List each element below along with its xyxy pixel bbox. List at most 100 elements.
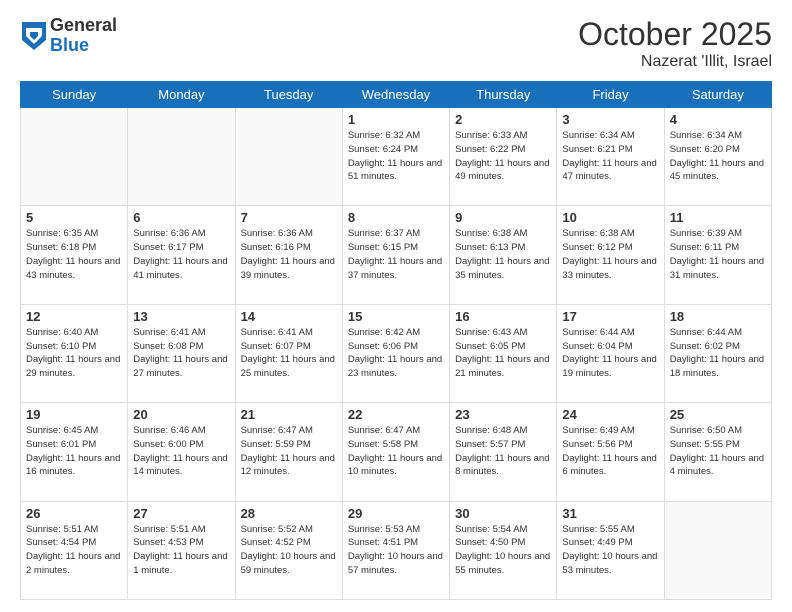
- day-info: Sunrise: 6:36 AM Sunset: 6:16 PM Dayligh…: [241, 227, 337, 282]
- header-cell-friday: Friday: [557, 82, 664, 108]
- day-info: Sunrise: 6:32 AM Sunset: 6:24 PM Dayligh…: [348, 129, 444, 184]
- header-cell-saturday: Saturday: [664, 82, 771, 108]
- day-number: 9: [455, 210, 551, 225]
- day-number: 11: [670, 210, 766, 225]
- day-number: 6: [133, 210, 229, 225]
- day-cell: 13 Sunrise: 6:41 AM Sunset: 6:08 PM Dayli…: [128, 304, 235, 402]
- day-info: Sunrise: 5:55 AM Sunset: 4:49 PM Dayligh…: [562, 523, 658, 578]
- day-info: Sunrise: 6:44 AM Sunset: 6:02 PM Dayligh…: [670, 326, 766, 381]
- header-row: SundayMondayTuesdayWednesdayThursdayFrid…: [21, 82, 772, 108]
- header-cell-wednesday: Wednesday: [342, 82, 449, 108]
- calendar-location: Nazerat 'Illit, Israel: [578, 53, 772, 71]
- day-info: Sunrise: 5:52 AM Sunset: 4:52 PM Dayligh…: [241, 523, 337, 578]
- day-cell: 23Sunrise: 6:48 AM Sunset: 5:57 PM Dayli…: [450, 403, 557, 501]
- title-block: October 2025 Nazerat 'Illit, Israel: [578, 16, 772, 71]
- logo: General Blue: [20, 16, 117, 56]
- logo-icon: [22, 22, 46, 50]
- day-cell: 12 Sunrise: 6:40 AM Sunset: 6:10 PM Dayli…: [21, 304, 128, 402]
- week-row-2: 5Sunrise: 6:35 AM Sunset: 6:18 PM Daylig…: [21, 206, 772, 304]
- day-number: 15: [348, 309, 444, 324]
- day-number: 14: [241, 309, 337, 324]
- day-number: 7: [241, 210, 337, 225]
- day-cell: 20 Sunrise: 6:46 AM Sunset: 6:00 PM Dayli…: [128, 403, 235, 501]
- day-cell: 31 Sunrise: 5:55 AM Sunset: 4:49 PM Dayli…: [557, 501, 664, 599]
- day-info: Sunrise: 6:47 AM Sunset: 5:58 PM Dayligh…: [348, 424, 444, 479]
- day-cell: 10Sunrise: 6:38 AM Sunset: 6:12 PM Dayli…: [557, 206, 664, 304]
- day-number: 1: [348, 112, 444, 127]
- day-number: 19: [26, 407, 122, 422]
- day-number: 12: [26, 309, 122, 324]
- calendar-table: SundayMondayTuesdayWednesdayThursdayFrid…: [20, 81, 772, 600]
- day-cell: 6 Sunrise: 6:36 AM Sunset: 6:17 PM Daylig…: [128, 206, 235, 304]
- day-info: Sunrise: 6:41 AM Sunset: 6:08 PM Dayligh…: [133, 326, 229, 381]
- day-cell: [235, 108, 342, 206]
- page: General Blue October 2025 Nazerat 'Illit…: [0, 0, 792, 612]
- day-number: 22: [348, 407, 444, 422]
- day-cell: 4 Sunrise: 6:34 AM Sunset: 6:20 PM Daylig…: [664, 108, 771, 206]
- day-cell: 24 Sunrise: 6:49 AM Sunset: 5:56 PM Dayli…: [557, 403, 664, 501]
- day-cell: 8 Sunrise: 6:37 AM Sunset: 6:15 PM Daylig…: [342, 206, 449, 304]
- day-info: Sunrise: 5:54 AM Sunset: 4:50 PM Dayligh…: [455, 523, 551, 578]
- logo-text: General Blue: [50, 16, 117, 56]
- day-number: 5: [26, 210, 122, 225]
- header-cell-sunday: Sunday: [21, 82, 128, 108]
- day-info: Sunrise: 6:49 AM Sunset: 5:56 PM Dayligh…: [562, 424, 658, 479]
- day-cell: 26Sunrise: 5:51 AM Sunset: 4:54 PM Dayli…: [21, 501, 128, 599]
- day-number: 28: [241, 506, 337, 521]
- day-info: Sunrise: 6:34 AM Sunset: 6:20 PM Dayligh…: [670, 129, 766, 184]
- logo-general-text: General: [50, 16, 117, 36]
- day-cell: 29 Sunrise: 5:53 AM Sunset: 4:51 PM Dayli…: [342, 501, 449, 599]
- day-cell: 27 Sunrise: 5:51 AM Sunset: 4:53 PM Dayli…: [128, 501, 235, 599]
- day-cell: 17Sunrise: 6:44 AM Sunset: 6:04 PM Dayli…: [557, 304, 664, 402]
- day-cell: 18 Sunrise: 6:44 AM Sunset: 6:02 PM Dayli…: [664, 304, 771, 402]
- day-number: 4: [670, 112, 766, 127]
- day-number: 3: [562, 112, 658, 127]
- day-cell: 28 Sunrise: 5:52 AM Sunset: 4:52 PM Dayli…: [235, 501, 342, 599]
- day-number: 18: [670, 309, 766, 324]
- day-info: Sunrise: 5:51 AM Sunset: 4:53 PM Dayligh…: [133, 523, 229, 578]
- day-info: Sunrise: 6:47 AM Sunset: 5:59 PM Dayligh…: [241, 424, 337, 479]
- week-row-1: 1 Sunrise: 6:32 AM Sunset: 6:24 PM Daylig…: [21, 108, 772, 206]
- day-number: 21: [241, 407, 337, 422]
- day-number: 24: [562, 407, 658, 422]
- day-info: Sunrise: 5:53 AM Sunset: 4:51 PM Dayligh…: [348, 523, 444, 578]
- day-info: Sunrise: 6:42 AM Sunset: 6:06 PM Dayligh…: [348, 326, 444, 381]
- week-row-4: 19 Sunrise: 6:45 AM Sunset: 6:01 PM Dayli…: [21, 403, 772, 501]
- calendar-title: October 2025: [578, 16, 772, 53]
- day-info: Sunrise: 6:34 AM Sunset: 6:21 PM Dayligh…: [562, 129, 658, 184]
- day-info: Sunrise: 6:36 AM Sunset: 6:17 PM Dayligh…: [133, 227, 229, 282]
- day-cell: 19 Sunrise: 6:45 AM Sunset: 6:01 PM Dayli…: [21, 403, 128, 501]
- day-cell: 3 Sunrise: 6:34 AM Sunset: 6:21 PM Daylig…: [557, 108, 664, 206]
- day-number: 13: [133, 309, 229, 324]
- day-info: Sunrise: 6:45 AM Sunset: 6:01 PM Dayligh…: [26, 424, 122, 479]
- header-cell-thursday: Thursday: [450, 82, 557, 108]
- day-cell: [664, 501, 771, 599]
- day-number: 29: [348, 506, 444, 521]
- day-cell: 1 Sunrise: 6:32 AM Sunset: 6:24 PM Daylig…: [342, 108, 449, 206]
- day-number: 31: [562, 506, 658, 521]
- day-cell: 30 Sunrise: 5:54 AM Sunset: 4:50 PM Dayli…: [450, 501, 557, 599]
- day-info: Sunrise: 6:44 AM Sunset: 6:04 PM Dayligh…: [562, 326, 658, 381]
- day-number: 30: [455, 506, 551, 521]
- day-cell: 16Sunrise: 6:43 AM Sunset: 6:05 PM Dayli…: [450, 304, 557, 402]
- day-info: Sunrise: 6:38 AM Sunset: 6:13 PM Dayligh…: [455, 227, 551, 282]
- day-info: Sunrise: 6:50 AM Sunset: 5:55 PM Dayligh…: [670, 424, 766, 479]
- day-cell: [128, 108, 235, 206]
- day-cell: 7 Sunrise: 6:36 AM Sunset: 6:16 PM Daylig…: [235, 206, 342, 304]
- day-info: Sunrise: 6:43 AM Sunset: 6:05 PM Dayligh…: [455, 326, 551, 381]
- day-cell: 15 Sunrise: 6:42 AM Sunset: 6:06 PM Dayli…: [342, 304, 449, 402]
- day-cell: 22 Sunrise: 6:47 AM Sunset: 5:58 PM Dayli…: [342, 403, 449, 501]
- day-number: 8: [348, 210, 444, 225]
- day-info: Sunrise: 6:46 AM Sunset: 6:00 PM Dayligh…: [133, 424, 229, 479]
- day-number: 2: [455, 112, 551, 127]
- day-info: Sunrise: 6:40 AM Sunset: 6:10 PM Dayligh…: [26, 326, 122, 381]
- day-info: Sunrise: 6:33 AM Sunset: 6:22 PM Dayligh…: [455, 129, 551, 184]
- day-info: Sunrise: 6:39 AM Sunset: 6:11 PM Dayligh…: [670, 227, 766, 282]
- header-cell-monday: Monday: [128, 82, 235, 108]
- week-row-3: 12 Sunrise: 6:40 AM Sunset: 6:10 PM Dayli…: [21, 304, 772, 402]
- day-number: 27: [133, 506, 229, 521]
- day-info: Sunrise: 5:51 AM Sunset: 4:54 PM Dayligh…: [26, 523, 122, 578]
- day-cell: 14Sunrise: 6:41 AM Sunset: 6:07 PM Dayli…: [235, 304, 342, 402]
- day-number: 20: [133, 407, 229, 422]
- day-info: Sunrise: 6:37 AM Sunset: 6:15 PM Dayligh…: [348, 227, 444, 282]
